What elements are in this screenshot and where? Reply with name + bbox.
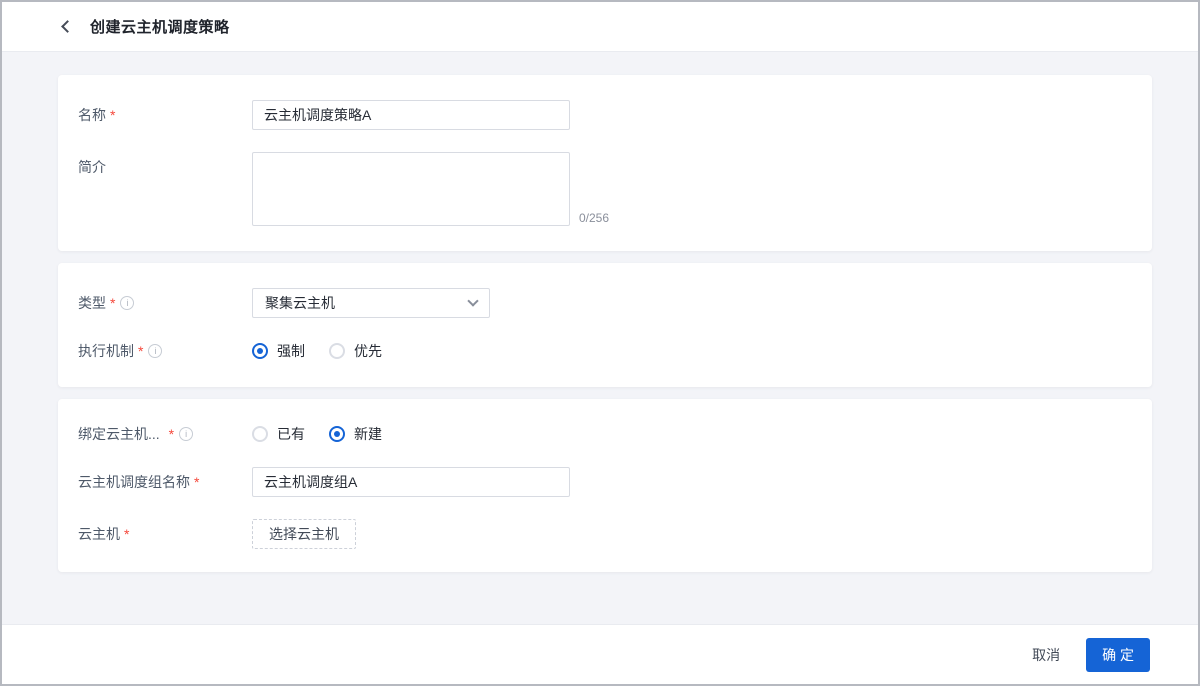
intro-textarea[interactable] bbox=[252, 152, 570, 226]
type-select-value: 聚集云主机 bbox=[265, 293, 335, 313]
mechanism-label: 执行机制 * i bbox=[78, 341, 252, 361]
confirm-button[interactable]: 确 定 bbox=[1086, 638, 1150, 672]
group-name-row: 云主机调度组名称 * bbox=[78, 467, 1128, 497]
create-scheduling-policy-page: 创建云主机调度策略 名称 * 简介 0/256 bbox=[0, 0, 1200, 686]
host-label: 云主机 * bbox=[78, 519, 252, 549]
required-asterisk: * bbox=[138, 343, 143, 359]
radio-new[interactable]: 新建 bbox=[329, 424, 382, 444]
bind-group-label: 绑定云主机... * i bbox=[78, 424, 252, 444]
host-row: 云主机 * 选择云主机 bbox=[78, 519, 1128, 549]
required-asterisk: * bbox=[194, 474, 199, 490]
name-label: 名称 * bbox=[78, 100, 252, 130]
required-asterisk: * bbox=[110, 295, 115, 311]
radio-selected-icon[interactable] bbox=[329, 426, 345, 442]
radio-unselected-icon[interactable] bbox=[329, 343, 345, 359]
info-icon[interactable]: i bbox=[148, 344, 162, 358]
type-label: 类型 * i bbox=[78, 288, 252, 318]
mechanism-radio-group: 强制 优先 bbox=[252, 341, 406, 361]
info-icon[interactable]: i bbox=[120, 296, 134, 310]
card-policy: 类型 * i 聚集云主机 执行机制 * i 强制 bbox=[58, 263, 1152, 387]
card-basic-info: 名称 * 简介 0/256 bbox=[58, 75, 1152, 251]
cancel-button[interactable]: 取消 bbox=[1028, 639, 1064, 671]
bind-group-row: 绑定云主机... * i 已有 新建 bbox=[78, 419, 1128, 444]
bind-group-radio-group: 已有 新建 bbox=[252, 424, 406, 444]
chevron-down-icon bbox=[467, 295, 478, 306]
radio-mandatory[interactable]: 强制 bbox=[252, 341, 305, 361]
back-button[interactable] bbox=[59, 18, 76, 35]
intro-row: 简介 0/256 bbox=[78, 152, 1128, 226]
type-select[interactable]: 聚集云主机 bbox=[252, 288, 490, 318]
card-binding: 绑定云主机... * i 已有 新建 云主机调度组名 bbox=[58, 399, 1152, 572]
select-host-button[interactable]: 选择云主机 bbox=[252, 519, 356, 549]
group-name-label: 云主机调度组名称 * bbox=[78, 467, 252, 497]
radio-selected-icon[interactable] bbox=[252, 343, 268, 359]
radio-unselected-icon[interactable] bbox=[252, 426, 268, 442]
required-asterisk: * bbox=[124, 526, 129, 542]
type-row: 类型 * i 聚集云主机 bbox=[78, 288, 1128, 318]
top-bar: 创建云主机调度策略 bbox=[2, 2, 1198, 52]
name-row: 名称 * bbox=[78, 100, 1128, 130]
radio-priority[interactable]: 优先 bbox=[329, 341, 382, 361]
chevron-left-icon bbox=[61, 20, 74, 33]
required-asterisk: * bbox=[110, 107, 115, 123]
name-input[interactable] bbox=[252, 100, 570, 130]
required-asterisk: * bbox=[169, 426, 174, 442]
intro-label: 简介 bbox=[78, 152, 252, 182]
radio-existing[interactable]: 已有 bbox=[252, 424, 305, 444]
mechanism-row: 执行机制 * i 强制 优先 bbox=[78, 336, 1128, 361]
intro-field-wrap: 0/256 bbox=[252, 152, 609, 226]
page-title: 创建云主机调度策略 bbox=[90, 16, 230, 37]
form-content: 名称 * 简介 0/256 类型 * i bbox=[2, 52, 1198, 624]
info-icon[interactable]: i bbox=[179, 427, 193, 441]
char-counter: 0/256 bbox=[579, 211, 609, 226]
group-name-input[interactable] bbox=[252, 467, 570, 497]
footer-bar: 取消 确 定 bbox=[2, 624, 1198, 684]
